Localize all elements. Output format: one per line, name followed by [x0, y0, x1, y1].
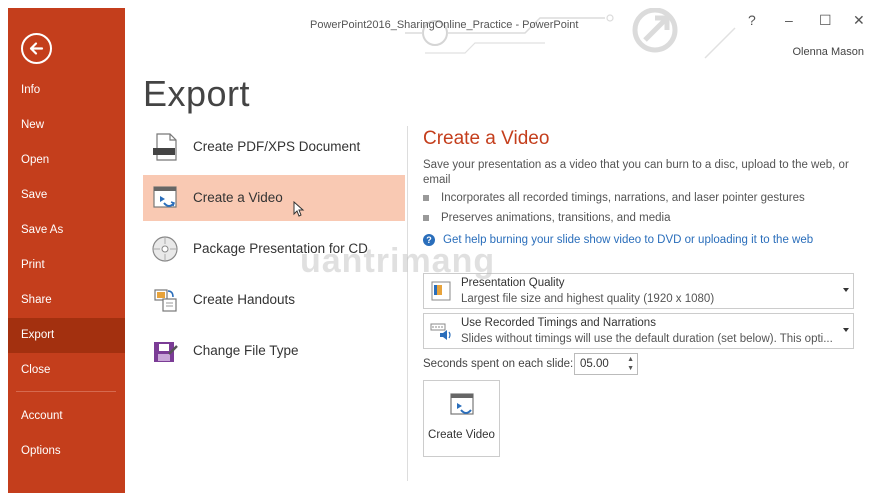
nav-print[interactable]: Print	[8, 249, 125, 282]
nav-export[interactable]: Export	[8, 318, 125, 353]
option-create-video[interactable]: Create a Video	[143, 175, 405, 221]
back-arrow-icon	[29, 42, 44, 55]
create-video-label: Create Video	[428, 429, 495, 441]
timings-narration-icon	[430, 323, 451, 340]
nav-account[interactable]: Account	[8, 400, 125, 433]
backstage-sidebar: Info New Open Save Save As Print Share E…	[8, 8, 125, 493]
mouse-cursor-icon	[293, 201, 305, 217]
timings-subtitle: Slides without timings will use the defa…	[461, 333, 833, 345]
video-icon	[153, 186, 177, 208]
bullet-text: Preserves animations, transitions, and m…	[441, 212, 671, 224]
bullet-item: Preserves animations, transitions, and m…	[423, 212, 670, 224]
nav-share[interactable]: Share	[8, 284, 125, 317]
back-button[interactable]	[21, 33, 52, 64]
nav-open[interactable]: Open	[8, 144, 125, 177]
spin-up-icon[interactable]: ▲	[627, 356, 634, 363]
chevron-down-icon	[843, 288, 849, 292]
nav-save[interactable]: Save	[8, 179, 125, 212]
video-icon	[450, 393, 474, 415]
option-create-pdf[interactable]: Create PDF/XPS Document	[143, 124, 405, 170]
panel-divider	[407, 126, 408, 481]
timings-title: Use Recorded Timings and Narrations	[461, 317, 656, 329]
circuit-decoration-icon	[405, 8, 736, 59]
option-label: Change File Type	[193, 343, 299, 358]
timings-dropdown[interactable]: Use Recorded Timings and Narrations Slid…	[423, 313, 854, 349]
restore-button[interactable]: ☐	[819, 12, 832, 29]
nav-save-as[interactable]: Save As	[8, 214, 125, 247]
presentation-quality-icon	[431, 281, 451, 301]
quality-subtitle: Largest file size and highest quality (1…	[461, 293, 715, 305]
option-label: Create PDF/XPS Document	[193, 139, 361, 154]
window-title: PowerPoint2016_SharingOnline_Practice - …	[310, 19, 579, 31]
bullet-square-icon	[423, 194, 429, 201]
help-button[interactable]: ?	[748, 12, 756, 28]
nav-info[interactable]: Info	[8, 74, 125, 107]
option-change-file-type[interactable]: Change File Type	[143, 328, 405, 374]
cd-icon	[152, 236, 178, 262]
bullet-text: Incorporates all recorded timings, narra…	[441, 192, 805, 204]
close-window-button[interactable]: ✕	[853, 12, 865, 29]
bullet-square-icon	[423, 214, 429, 221]
chevron-down-icon	[843, 328, 849, 332]
file-type-icon	[154, 342, 178, 362]
page-title: Export	[143, 73, 251, 114]
seconds-stepper[interactable]: 05.00 ▲ ▼	[574, 353, 638, 375]
create-video-button[interactable]: Create Video	[423, 380, 500, 457]
detail-description: Save your presentation as a video that y…	[423, 159, 849, 186]
nav-options[interactable]: Options	[8, 435, 125, 468]
detail-heading: Create a Video	[423, 128, 550, 149]
handouts-icon	[154, 289, 177, 312]
nav-divider	[16, 391, 116, 392]
seconds-label: Seconds spent on each slide:	[423, 358, 574, 370]
seconds-value[interactable]: 05.00	[580, 358, 609, 370]
spin-down-icon[interactable]: ▼	[627, 365, 634, 372]
nav-close[interactable]: Close	[8, 354, 125, 387]
help-link-text[interactable]: Get help burning your slide show video t…	[443, 234, 813, 246]
pdf-document-icon	[153, 133, 177, 161]
option-label: Create a Video	[193, 190, 283, 205]
option-create-handouts[interactable]: Create Handouts	[143, 277, 405, 323]
nav-new[interactable]: New	[8, 109, 125, 142]
title-bar: PowerPoint2016_SharingOnline_Practice - …	[125, 8, 870, 68]
option-label: Create Handouts	[193, 292, 296, 307]
watermark: uantrimang	[300, 242, 496, 280]
minimize-button[interactable]: –	[785, 12, 793, 28]
bullet-item: Incorporates all recorded timings, narra…	[423, 192, 805, 204]
user-name[interactable]: Olenna Mason	[792, 46, 864, 58]
